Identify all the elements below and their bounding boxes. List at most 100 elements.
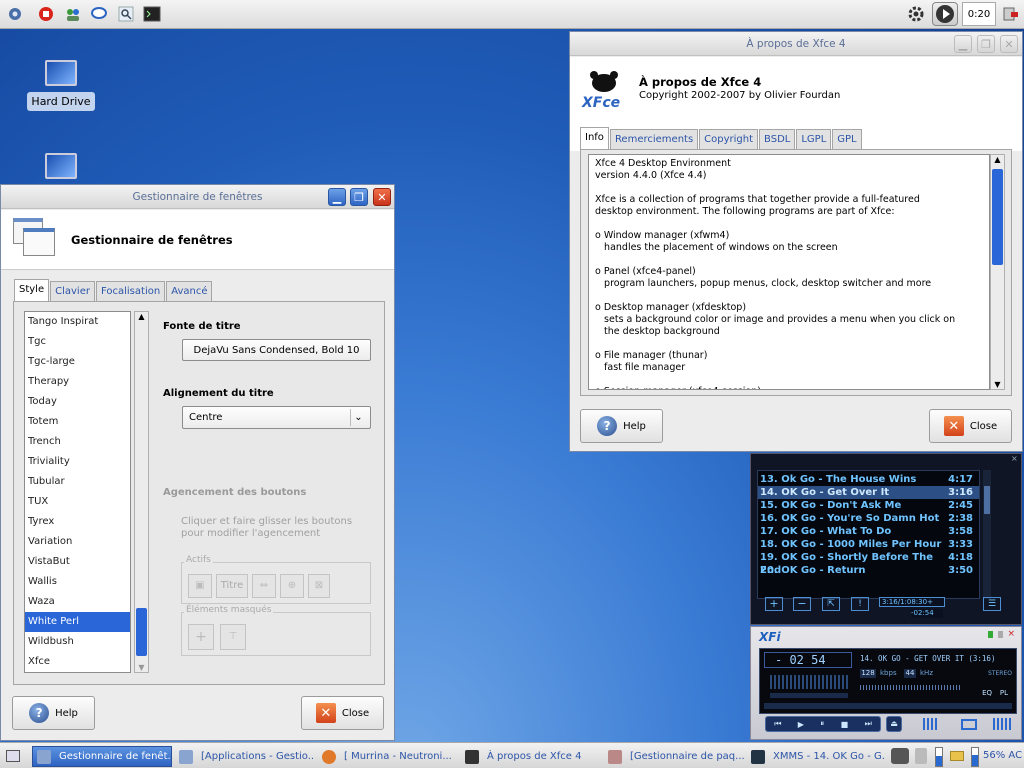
chat-icon[interactable] bbox=[89, 4, 109, 24]
eject-icon[interactable]: ⏏ bbox=[886, 716, 902, 732]
playlist-row[interactable]: 18. OK Go - 1000 Miles Per Hour 3:33 bbox=[758, 538, 979, 551]
tray-icon[interactable] bbox=[915, 748, 927, 764]
list-item[interactable]: Tyrex bbox=[25, 512, 130, 532]
close-icon[interactable]: × bbox=[1007, 629, 1015, 639]
list-item[interactable]: Tgc-large bbox=[25, 352, 130, 372]
tab-style[interactable]: Style bbox=[14, 279, 50, 301]
task-about-xfce[interactable]: À propos de Xfce 4 bbox=[461, 746, 601, 767]
tab-gpl[interactable]: GPL bbox=[832, 129, 862, 151]
info-scrollbar[interactable]: ▲ ▼ bbox=[990, 154, 1005, 390]
select-icon[interactable]: ⇱ bbox=[822, 597, 840, 611]
list-item[interactable]: Triviality bbox=[25, 452, 130, 472]
scrollbar-thumb[interactable] bbox=[136, 608, 147, 656]
lock-screen-icon[interactable] bbox=[36, 4, 56, 24]
list-item[interactable]: TUX bbox=[25, 492, 130, 512]
maximize-button-icon[interactable]: ⊕ bbox=[280, 574, 304, 598]
next-icon[interactable]: ⏭ bbox=[865, 719, 872, 729]
hide-button-icon[interactable]: ⊤ bbox=[220, 624, 246, 650]
seek-bar[interactable] bbox=[764, 703, 1012, 709]
playlist-row[interactable]: 16. OK Go - You're So Damn Hot 2:38 bbox=[758, 512, 979, 525]
playlist-row[interactable]: 17. OK Go - What To Do 3:58 bbox=[758, 525, 979, 538]
menu-button-icon[interactable]: ▣ bbox=[188, 574, 212, 598]
tab-remerciements[interactable]: Remerciements bbox=[609, 129, 699, 151]
logout-icon[interactable] bbox=[1000, 4, 1020, 24]
tab-focalisation[interactable]: Focalisation bbox=[95, 281, 166, 303]
tab-info[interactable]: Info bbox=[580, 127, 609, 149]
repeat-icon[interactable] bbox=[993, 718, 1011, 730]
play-icon[interactable] bbox=[932, 2, 958, 26]
equalizer-icon[interactable] bbox=[923, 718, 937, 730]
font-select-button[interactable]: DejaVu Sans Condensed, Bold 10 bbox=[182, 339, 371, 361]
volume-slider[interactable] bbox=[770, 693, 848, 698]
list-item-selected[interactable]: White Perl bbox=[25, 612, 130, 632]
add-icon[interactable]: + bbox=[765, 597, 783, 611]
list-item[interactable]: Wildbush bbox=[25, 632, 130, 652]
play-icon[interactable]: ▶ bbox=[798, 720, 804, 729]
task-package-manager[interactable]: [Gestionnaire de paq... bbox=[604, 746, 744, 767]
list-item[interactable]: Trench bbox=[25, 432, 130, 452]
close-button-icon[interactable]: ⊠ bbox=[308, 574, 330, 598]
time-display[interactable]: - 02 54 bbox=[764, 652, 852, 668]
list-item[interactable]: Totem bbox=[25, 412, 130, 432]
close-icon[interactable]: × bbox=[1011, 455, 1019, 463]
playlist-scrollbar[interactable] bbox=[983, 470, 991, 599]
scroll-down-icon[interactable]: ▼ bbox=[135, 663, 148, 672]
mail-icon[interactable] bbox=[950, 751, 964, 761]
terminal-icon[interactable] bbox=[142, 4, 162, 24]
camera-icon[interactable] bbox=[891, 748, 909, 764]
list-item[interactable]: Tango Inspirat bbox=[25, 312, 130, 332]
tab-bsdl[interactable]: BSDL bbox=[759, 129, 796, 151]
list-item[interactable]: Waza bbox=[25, 592, 130, 612]
desktop-icon-second[interactable] bbox=[26, 153, 96, 185]
title-slot-button[interactable]: Titre bbox=[216, 574, 248, 598]
tab-clavier[interactable]: Clavier bbox=[50, 281, 95, 303]
tab-avance[interactable]: Avancé bbox=[166, 281, 213, 303]
scrollbar-thumb[interactable] bbox=[992, 169, 1003, 265]
desktop-icon-hard-drive[interactable]: Hard Drive bbox=[26, 60, 96, 111]
theme-list-scrollbar[interactable]: ▲ ▼ bbox=[134, 311, 149, 673]
previous-icon[interactable]: ⏮ bbox=[774, 719, 781, 729]
clock[interactable]: 0:20 bbox=[962, 2, 996, 26]
maximize-button[interactable]: ❐ bbox=[977, 35, 995, 53]
task-murrina[interactable]: [ Murrina - Neutroni... bbox=[318, 746, 458, 767]
list-item[interactable]: Wallis bbox=[25, 572, 130, 592]
align-dropdown[interactable]: Centre ⌄ bbox=[182, 406, 371, 429]
scroll-down-icon[interactable]: ▼ bbox=[991, 380, 1004, 389]
list-item[interactable]: Today bbox=[25, 392, 130, 412]
close-icon[interactable]: ✕ bbox=[1000, 35, 1018, 53]
misc-icon[interactable]: ! bbox=[851, 597, 869, 611]
task-applications[interactable]: [Applications - Gestio... bbox=[175, 746, 315, 767]
users-icon[interactable] bbox=[63, 4, 83, 24]
info-text[interactable]: Xfce 4 Desktop Environment version 4.4.0 … bbox=[588, 154, 990, 390]
scrollbar-thumb[interactable] bbox=[984, 486, 990, 514]
list-item[interactable]: Variation bbox=[25, 532, 130, 552]
search-icon[interactable] bbox=[116, 4, 136, 24]
stop-icon[interactable]: ■ bbox=[841, 720, 849, 729]
list-menu-icon[interactable]: ☰ bbox=[983, 597, 1001, 611]
playlist-row[interactable]: 13. Ok Go - The House Wins 4:17 bbox=[758, 473, 979, 486]
tab-copyright[interactable]: Copyright bbox=[699, 129, 759, 151]
shuffle-icon[interactable] bbox=[961, 719, 977, 730]
list-item[interactable]: Tubular bbox=[25, 472, 130, 492]
list-item[interactable]: VistaBut bbox=[25, 552, 130, 572]
playlist-row[interactable]: 14. OK Go - Get Over It 3:16 bbox=[758, 486, 979, 499]
xfce-menu-icon[interactable] bbox=[5, 4, 25, 24]
list-item[interactable]: Tgc bbox=[25, 332, 130, 352]
scroll-up-icon[interactable]: ▲ bbox=[135, 312, 148, 321]
show-desktop-icon[interactable] bbox=[6, 750, 20, 762]
tab-lgpl[interactable]: LGPL bbox=[796, 129, 832, 151]
close-button[interactable]: ✕ Close bbox=[929, 409, 1012, 443]
stick-button-icon[interactable]: + bbox=[188, 624, 214, 650]
close-button[interactable]: ✕ Close bbox=[301, 696, 384, 730]
titlebar[interactable]: Gestionnaire de fenêtres ▁ ❐ ✕ bbox=[1, 185, 394, 209]
gear-icon[interactable] bbox=[906, 4, 926, 24]
theme-list[interactable]: Tango Inspirat Tgc Tgc-large Therapy Tod… bbox=[24, 311, 131, 673]
scroll-up-icon[interactable]: ▲ bbox=[991, 155, 1004, 164]
task-window-manager[interactable]: Gestionnaire de fenêt... bbox=[32, 746, 172, 767]
titlebar[interactable]: À propos de Xfce 4 ▁ ❐ ✕ bbox=[570, 32, 1022, 56]
close-icon[interactable]: ✕ bbox=[373, 188, 391, 206]
minimize-button[interactable]: ▁ bbox=[328, 188, 346, 206]
list-item[interactable]: Xfce bbox=[25, 652, 130, 672]
help-button[interactable]: ? Help bbox=[12, 696, 95, 730]
shade-button-icon[interactable]: ⇔ bbox=[252, 574, 276, 598]
